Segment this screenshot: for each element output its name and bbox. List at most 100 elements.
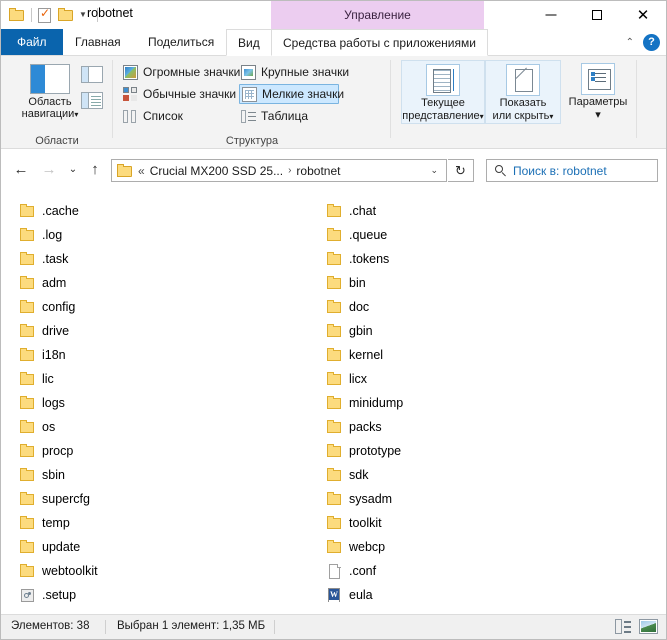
layout-option-medium-icons[interactable]: Обычные значки (121, 84, 239, 104)
breadcrumb-overflow-icon[interactable]: « (138, 164, 145, 178)
tab-application-tools[interactable]: Средства работы с приложениями (271, 29, 488, 56)
navigation-pane-button[interactable]: Область навигации▾ (11, 62, 89, 128)
layout-option-list[interactable]: Список (121, 106, 239, 126)
file-name-label: .queue (349, 228, 388, 242)
file-list-item[interactable]: .chat (316, 199, 663, 223)
file-list-item[interactable]: update (9, 535, 309, 559)
file-list-item[interactable]: drive (9, 319, 309, 343)
file-list-item[interactable]: .conf (316, 559, 663, 583)
title-bar: ▼ robotnet Управление ✕ (1, 1, 666, 29)
file-list-item[interactable]: procp (9, 439, 309, 463)
back-button[interactable]: ← (11, 160, 31, 180)
tab-share[interactable]: Поделиться (137, 29, 225, 55)
layout-option-details[interactable]: Таблица (239, 106, 339, 126)
layout-row-2: Обычные значки Мелкие значки (121, 83, 344, 105)
show-hide-icon (506, 64, 540, 96)
file-list-item[interactable]: eula (316, 583, 663, 602)
show-hide-button[interactable]: Показать или скрыть▾ (485, 60, 561, 124)
file-list-item[interactable]: config (9, 295, 309, 319)
collapse-ribbon-icon[interactable]: ⌃ (626, 37, 634, 48)
file-list-item[interactable]: adm (9, 271, 309, 295)
file-list-item[interactable]: bin (316, 271, 663, 295)
layout-option-small-icons[interactable]: Мелкие значки (239, 84, 344, 104)
file-list-item[interactable]: minidump (316, 391, 663, 415)
file-list-item[interactable]: gbin (316, 319, 663, 343)
options-caret-icon: ▾ (595, 108, 601, 121)
new-folder-icon[interactable] (58, 8, 74, 22)
layout-option-huge-icons[interactable]: Огромные значки (121, 62, 240, 82)
file-list-item[interactable]: webtoolkit (9, 559, 309, 583)
preview-pane-button[interactable] (81, 66, 103, 83)
file-list-item[interactable]: .tokens (316, 247, 663, 271)
ribbon-group-panes: Область навигации▾ Области (1, 56, 113, 149)
ribbon-group-layout: Огромные значки Крупные значки Обычные з… (113, 56, 473, 149)
file-name-label: minidump (349, 396, 404, 410)
breadcrumb-item-current[interactable]: robotnet (296, 164, 340, 178)
file-list-item[interactable]: .queue (316, 223, 663, 247)
address-dropdown-icon[interactable]: ⌄ (430, 165, 438, 176)
recent-locations-button[interactable]: ⌄ (63, 160, 83, 180)
file-list-item[interactable]: os (9, 415, 309, 439)
group-separator (636, 60, 637, 138)
file-list-item[interactable]: kernel (316, 343, 663, 367)
window-controls: ✕ (528, 1, 666, 29)
details-pane-button[interactable] (81, 92, 103, 109)
search-box[interactable]: Поиск в: robotnet (486, 159, 658, 182)
file-name-label: prototype (349, 444, 402, 458)
current-view-button[interactable]: Текущее представление▾ (401, 60, 485, 124)
file-list-item[interactable]: i18n (9, 343, 309, 367)
refresh-button[interactable]: ↻ (448, 159, 474, 182)
large-icons-view-icon[interactable] (639, 619, 658, 634)
file-list-item[interactable]: webcp (316, 535, 663, 559)
file-name-label: bin (349, 276, 366, 290)
file-name-label: .chat (349, 204, 377, 218)
show-hide-label-2: или скрыть▾ (492, 109, 554, 122)
contextual-tool-band: Управление (271, 1, 484, 29)
properties-icon[interactable] (38, 6, 51, 23)
breadcrumb-item-drive[interactable]: Crucial MX200 SSD 25... (150, 164, 283, 178)
huge-icons-icon (123, 64, 138, 80)
options-icon (581, 63, 615, 95)
layout-option-large-icons[interactable]: Крупные значки (239, 62, 349, 82)
minimize-button[interactable] (528, 1, 574, 29)
file-list-item[interactable]: sbin (9, 463, 309, 487)
file-list-item[interactable]: logs (9, 391, 309, 415)
file-list-view[interactable]: .cache .log .task adm config drive i18n lic logs… (1, 191, 666, 602)
details-view-icon[interactable] (615, 619, 631, 634)
file-name-label: webcp (349, 540, 386, 554)
file-list-item[interactable]: toolkit (316, 511, 663, 535)
file-list-item[interactable]: packs (316, 415, 663, 439)
up-button[interactable]: ↑ (85, 160, 105, 180)
file-list-item[interactable]: licx (316, 367, 663, 391)
status-bar: Элементов: 38 Выбран 1 элемент: 1,35 МБ (1, 614, 666, 639)
file-list-item[interactable]: prototype (316, 439, 663, 463)
folder-icon (19, 491, 36, 508)
folder-icon (19, 299, 36, 316)
file-list-item[interactable]: sdk (316, 463, 663, 487)
folder-icon (326, 323, 343, 340)
file-list-item[interactable]: .task (9, 247, 309, 271)
chevron-down-icon[interactable]: ▼ (79, 11, 87, 19)
file-list-item[interactable]: sysadm (316, 487, 663, 511)
file-list-item[interactable]: .setup (9, 583, 309, 602)
status-selection-info: Выбран 1 элемент: 1,35 МБ (117, 620, 266, 632)
file-name-label: i18n (42, 348, 66, 362)
close-button[interactable]: ✕ (620, 1, 666, 29)
file-list-item[interactable]: doc (316, 295, 663, 319)
help-icon[interactable]: ? (643, 33, 660, 51)
tab-file[interactable]: Файл (1, 29, 63, 55)
file-list-item[interactable]: supercfg (9, 487, 309, 511)
tab-home[interactable]: Главная (64, 29, 132, 55)
layout-option-label: Таблица (261, 109, 309, 123)
file-list-item[interactable]: lic (9, 367, 309, 391)
file-list-item[interactable]: .cache (9, 199, 309, 223)
folder-icon (326, 419, 343, 436)
address-path-box[interactable]: « Crucial MX200 SSD 25... › robotnet ⌄ (111, 159, 447, 182)
file-list-item[interactable]: temp (9, 511, 309, 535)
file-list-item[interactable]: .log (9, 223, 309, 247)
maximize-button[interactable] (574, 1, 620, 29)
tab-view[interactable]: Вид (226, 29, 272, 56)
options-button[interactable]: Параметры ▾ (561, 60, 635, 121)
forward-button[interactable]: → (39, 160, 59, 180)
search-input[interactable]: Поиск в: robotnet (513, 164, 607, 178)
